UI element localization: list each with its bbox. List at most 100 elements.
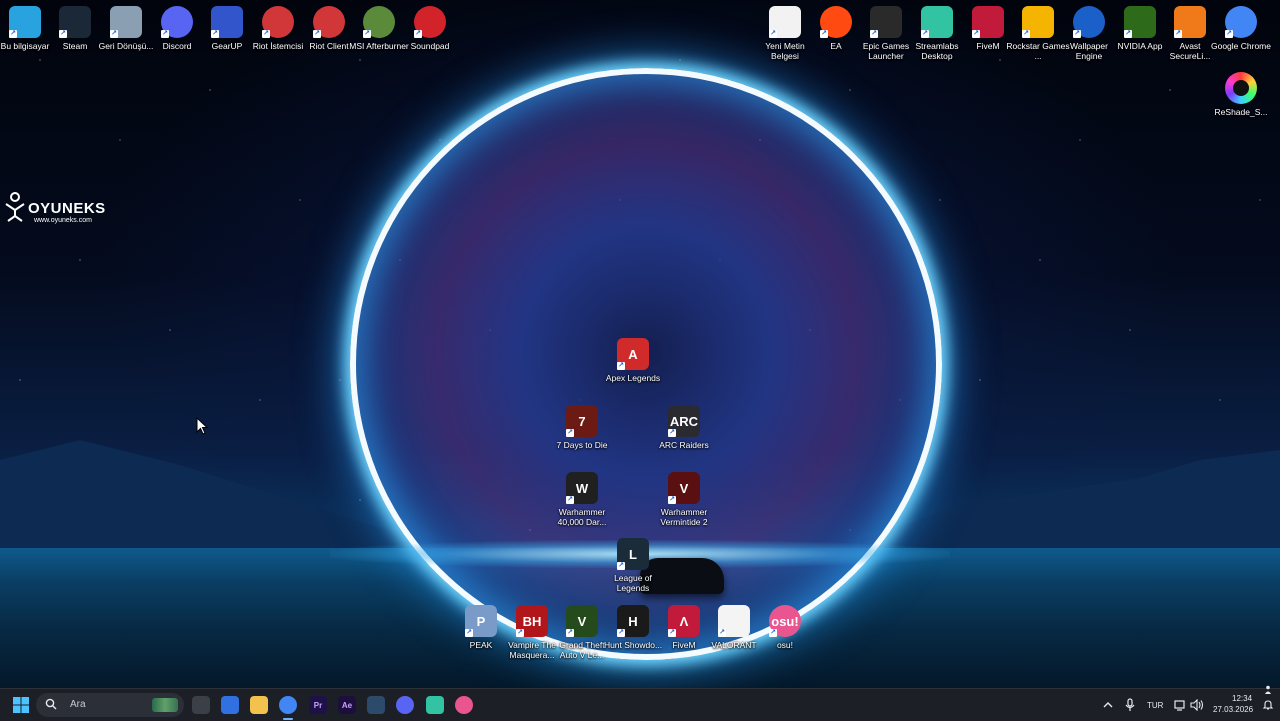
gearup-icon	[367, 696, 385, 714]
desktop-icon-label: 7 Days to Die	[556, 440, 608, 450]
volume-icon[interactable]	[1190, 699, 1204, 711]
nvidia-icon: ↗	[1124, 6, 1156, 38]
desktop-icon-warhammer-40k[interactable]: W ↗ Warhammer 40,000 Dar...	[550, 468, 614, 536]
arc-raiders-icon: ARC ↗	[668, 405, 700, 437]
riot-icon: ↗	[313, 6, 345, 38]
clock-time[interactable]: 12:34	[1232, 694, 1252, 703]
afterburner-icon: ↗	[363, 6, 395, 38]
oyuneks-logo-icon	[5, 192, 25, 222]
start-button[interactable]	[9, 693, 33, 717]
shortcut-arrow-icon: ↗	[566, 629, 574, 637]
wallpaper-engine-icon: ↗	[1073, 6, 1105, 38]
taskbar-copilot-button[interactable]	[218, 693, 242, 717]
microphone-icon[interactable]	[1125, 698, 1135, 712]
desktop-icon-chrome[interactable]: ↗ Google Chrome	[1209, 2, 1273, 70]
desktop-icon-label: League of Legends	[614, 573, 652, 593]
shortcut-arrow-icon: ↗	[769, 30, 777, 38]
desktop-icon-vermintide[interactable]: V ↗ Warhammer Vermintide 2	[652, 468, 716, 536]
taskbar-after-effects-button[interactable]: Ae	[335, 693, 359, 717]
desktop-icon-apex-legends[interactable]: A ↗ Apex Legends	[601, 334, 665, 402]
desktop-icon-soundpad[interactable]: ↗ Soundpad	[398, 2, 462, 70]
folder-icon	[250, 696, 268, 714]
notification-bell-icon[interactable]	[1262, 699, 1274, 711]
shortcut-arrow-icon: ↗	[668, 629, 676, 637]
clock-date[interactable]: 27.03.2026	[1213, 705, 1253, 714]
desktop-icon-label: Warhammer Vermintide 2	[660, 507, 708, 527]
valorant-icon: ↗	[718, 605, 750, 637]
desktop-icon-label: ReShade_S...	[1214, 107, 1268, 117]
taskbar-gearup-button[interactable]	[364, 693, 388, 717]
icon-glyph: BH	[522, 613, 542, 629]
shortcut-arrow-icon: ↗	[110, 30, 118, 38]
shortcut-arrow-icon: ↗	[617, 629, 625, 637]
shortcut-arrow-icon: ↗	[921, 30, 929, 38]
taskbar-premiere-pro-button[interactable]: Pr	[306, 693, 330, 717]
mouse-cursor-icon	[196, 417, 208, 435]
avast-vpn-icon: ↗	[1174, 6, 1206, 38]
shortcut-arrow-icon: ↗	[414, 30, 422, 38]
osu-icon	[455, 696, 473, 714]
taskbar-file-explorer-button[interactable]	[247, 693, 271, 717]
7-days-to-die-icon: 7 ↗	[566, 405, 598, 437]
desktop-icon-label: Google Chrome	[1210, 41, 1271, 51]
chrome-icon	[279, 696, 297, 714]
recycle-bin-icon: ↗	[110, 6, 142, 38]
shortcut-arrow-icon: ↗	[211, 30, 219, 38]
shortcut-arrow-icon: ↗	[313, 30, 321, 38]
shortcut-arrow-icon: ↗	[566, 496, 574, 504]
desktop-icon-osu[interactable]: osu! ↗ osu!	[753, 601, 817, 669]
taskbar-task-view-button[interactable]	[189, 693, 213, 717]
taskbar-osu-button[interactable]	[452, 693, 476, 717]
copilot-icon	[221, 696, 239, 714]
fivem-icon: ↗	[972, 6, 1004, 38]
language-indicator[interactable]: TUR	[1147, 701, 1163, 710]
riot-icon: ↗	[262, 6, 294, 38]
taskbar-discord-button[interactable]	[393, 693, 417, 717]
soundpad-icon: ↗	[414, 6, 446, 38]
peak-icon: P ↗	[465, 605, 497, 637]
fivem-icon: Λ ↗	[668, 605, 700, 637]
desktop-icon-league-of-legends[interactable]: L ↗ League of Legends	[601, 534, 665, 602]
desktop-icon-arc-raiders[interactable]: ARC ↗ ARC Raiders	[652, 401, 716, 469]
icon-glyph: A	[628, 346, 638, 362]
taskbar-search-box[interactable]: Ara	[36, 693, 184, 717]
icon-glyph: L	[629, 546, 637, 562]
person-tray-icon[interactable]	[1264, 685, 1272, 695]
league-of-legends-icon: L ↗	[617, 538, 649, 570]
desktop-icon-label: Soundpad	[410, 41, 450, 51]
rockstar-icon: ↗	[1022, 6, 1054, 38]
network-icon[interactable]	[1174, 699, 1186, 711]
steam-icon: ↗	[59, 6, 91, 38]
shortcut-arrow-icon: ↗	[465, 629, 473, 637]
desktop-icon-label: ARC Raiders	[659, 440, 709, 450]
computer-icon: ↗	[9, 6, 41, 38]
osu-icon: osu! ↗	[769, 605, 801, 637]
shortcut-arrow-icon: ↗	[668, 496, 676, 504]
oyuneks-logo: OYUNEKS www.oyuneks.com	[4, 192, 114, 228]
desktop-icon-label: Warhammer 40,000 Dar...	[557, 507, 607, 527]
shortcut-arrow-icon: ↗	[1073, 30, 1081, 38]
icon-glyph: V	[577, 613, 587, 629]
shortcut-arrow-icon: ↗	[161, 30, 169, 38]
icon-glyph: Λ	[679, 613, 689, 629]
streamlabs-icon: ↗	[921, 6, 953, 38]
gearup-icon: ↗	[211, 6, 243, 38]
desktop-icon-reshade[interactable]: ReShade_S...	[1209, 68, 1273, 136]
text-document-icon: ↗	[769, 6, 801, 38]
icon-glyph: P	[476, 613, 486, 629]
chevron-up-icon[interactable]	[1103, 701, 1113, 709]
taskbar-chrome-button[interactable]	[276, 693, 300, 717]
icon-glyph: V	[679, 480, 689, 496]
warhammer-40k-icon: W ↗	[566, 472, 598, 504]
shortcut-arrow-icon: ↗	[566, 429, 574, 437]
icon-glyph: osu!	[771, 613, 799, 629]
shortcut-arrow-icon: ↗	[1174, 30, 1182, 38]
desktop-icon-7-days-to-die[interactable]: 7 ↗ 7 Days to Die	[550, 401, 614, 469]
task-view-icon	[192, 696, 210, 714]
logo-url: www.oyuneks.com	[34, 217, 92, 224]
shortcut-arrow-icon: ↗	[870, 30, 878, 38]
shortcut-arrow-icon: ↗	[617, 362, 625, 370]
gta-v-icon: V ↗	[566, 605, 598, 637]
taskbar-streamlabs-button[interactable]	[423, 693, 447, 717]
apex-legends-icon: A ↗	[617, 338, 649, 370]
